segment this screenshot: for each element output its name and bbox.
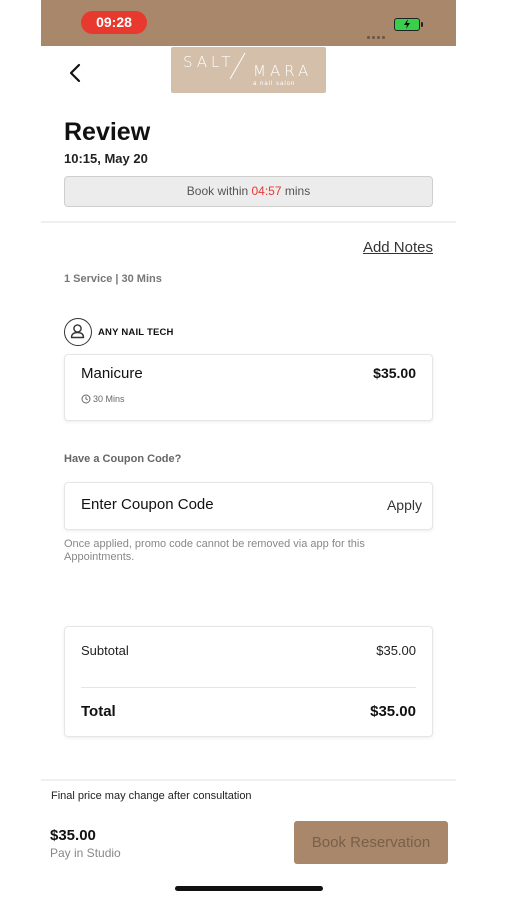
battery-icon (394, 18, 423, 31)
subtotal-label: Subtotal (81, 643, 129, 658)
add-notes-link[interactable]: Add Notes (363, 239, 433, 256)
chevron-left-icon (69, 63, 81, 83)
booking-timer: Book within 04:57 mins (64, 176, 433, 207)
logo-tagline: a nail salon (253, 81, 296, 87)
section-divider (41, 221, 456, 223)
duration-text: 30 Mins (93, 394, 125, 404)
brand-logo: SALT MARA a nail salon (171, 47, 326, 93)
service-card[interactable]: Manicure $35.00 30 Mins (64, 354, 433, 421)
footer-divider (41, 779, 456, 781)
apply-button[interactable]: Apply (387, 497, 422, 513)
clock-icon (81, 394, 91, 404)
back-button[interactable] (65, 62, 87, 84)
timer-suffix: mins (281, 184, 311, 198)
subtotal-value: $35.00 (376, 643, 416, 658)
service-name: Manicure (81, 365, 143, 382)
avatar (64, 318, 92, 346)
pay-in-studio-label: Pay in Studio (50, 846, 121, 860)
totals-card: Subtotal $35.00 Total $35.00 (64, 626, 433, 737)
technician-label: ANY NAIL TECH (98, 327, 174, 338)
book-reservation-button[interactable]: Book Reservation (294, 821, 448, 864)
service-summary: 1 Service | 30 Mins (64, 273, 162, 285)
service-duration: 30 Mins (81, 394, 125, 404)
logo-text-salt: SALT (183, 53, 235, 71)
logo-text-mara: MARA (253, 62, 313, 80)
coupon-question: Have a Coupon Code? (64, 453, 182, 465)
status-time: 09:28 (81, 11, 147, 34)
signal-icon (367, 26, 389, 39)
timer-prefix: Book within (186, 184, 252, 198)
service-price: $35.00 (373, 365, 416, 381)
coupon-input[interactable] (81, 496, 341, 513)
appointment-datetime: 10:15, May 20 (64, 151, 148, 166)
coupon-box: Apply (64, 482, 433, 530)
footer-price: $35.00 (50, 827, 96, 844)
status-bar: 09:28 (41, 0, 456, 46)
home-indicator[interactable] (175, 886, 323, 891)
price-note: Final price may change after consultatio… (51, 790, 252, 802)
coupon-note: Once applied, promo code cannot be remov… (64, 538, 365, 563)
page-title: Review (64, 118, 151, 146)
total-value: $35.00 (370, 703, 416, 720)
user-icon (70, 324, 85, 339)
phone-screen: 09:28 SALT MARA a nail salon Review 10:1… (41, 0, 456, 900)
timer-countdown: 04:57 (251, 184, 282, 198)
total-label: Total (81, 703, 116, 720)
totals-divider (81, 687, 416, 688)
